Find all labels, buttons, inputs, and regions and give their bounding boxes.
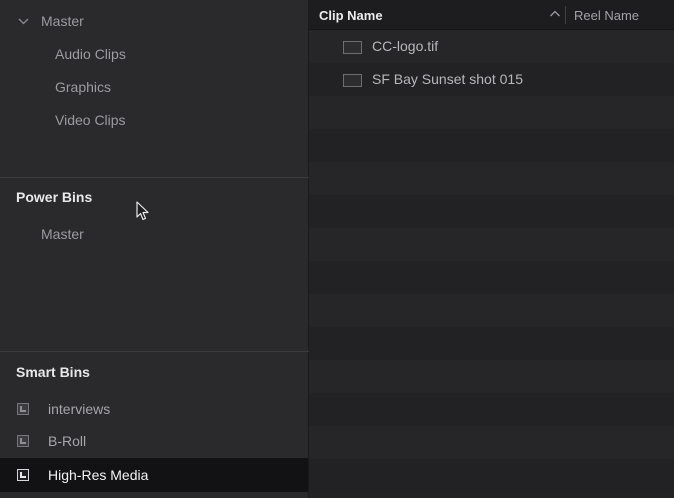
column-header-row: Clip Name Reel Name: [309, 0, 674, 30]
bin-graphics[interactable]: Graphics: [0, 71, 308, 104]
table-row: [309, 294, 674, 327]
sort-ascending-icon[interactable]: [549, 7, 561, 24]
smart-bin-high-res-media-label: High-Res Media: [48, 467, 149, 483]
clip-row-cc-logo[interactable]: CC-logo.tif: [309, 30, 674, 63]
table-row: [309, 327, 674, 360]
mouse-cursor-icon: [136, 201, 150, 226]
section-divider: [0, 177, 309, 178]
smart-bin-b-roll[interactable]: B-Roll: [0, 425, 308, 457]
smart-bin-high-res-media[interactable]: High-Res Media: [0, 458, 308, 492]
table-row: [309, 228, 674, 261]
media-pool-list: Clip Name Reel Name CC-logo.tif SF Bay S…: [309, 0, 674, 498]
bin-audio-clips-label: Audio Clips: [55, 46, 126, 62]
column-header-reel-name[interactable]: Reel Name: [574, 8, 639, 23]
bin-graphics-label: Graphics: [55, 79, 112, 95]
table-row: [309, 459, 674, 492]
table-row: [309, 129, 674, 162]
table-row: [309, 195, 674, 228]
smart-bin-icon: [17, 435, 29, 447]
section-divider: [0, 351, 309, 352]
power-bin-master-label: Master: [41, 226, 84, 242]
clip-name: CC-logo.tif: [372, 38, 439, 54]
smart-bin-icon: [17, 403, 29, 415]
bin-audio-clips[interactable]: Audio Clips: [0, 38, 308, 71]
bin-video-clips[interactable]: Video Clips: [0, 104, 308, 137]
column-separator[interactable]: [565, 6, 566, 24]
clip-row-sf-bay-sunset[interactable]: SF Bay Sunset shot 015: [309, 63, 674, 96]
bin-sidebar: Master Audio Clips Graphics Video Clips …: [0, 0, 309, 498]
smart-bin-b-roll-label: B-Roll: [48, 433, 87, 449]
power-bins-header: Power Bins: [16, 189, 93, 205]
power-bin-master[interactable]: Master: [0, 218, 308, 251]
smart-bin-interviews-label: interviews: [48, 401, 111, 417]
table-row: [309, 96, 674, 129]
smart-bins-header: Smart Bins: [16, 364, 90, 380]
bin-master[interactable]: Master: [0, 5, 308, 38]
table-row: [309, 393, 674, 426]
table-row: [309, 360, 674, 393]
table-row: [309, 426, 674, 459]
table-row: [309, 261, 674, 294]
clip-thumbnail-icon: [343, 74, 362, 87]
smart-bin-interviews[interactable]: interviews: [0, 393, 308, 425]
smart-bin-icon: [17, 469, 29, 481]
clip-rows: CC-logo.tif SF Bay Sunset shot 015: [309, 30, 674, 498]
table-row: [309, 162, 674, 195]
column-header-clip-name[interactable]: Clip Name: [319, 8, 383, 23]
bin-master-label: Master: [41, 13, 84, 29]
bin-video-clips-label: Video Clips: [55, 112, 126, 128]
clip-thumbnail-icon: [343, 41, 362, 54]
clip-name: SF Bay Sunset shot 015: [372, 71, 523, 87]
